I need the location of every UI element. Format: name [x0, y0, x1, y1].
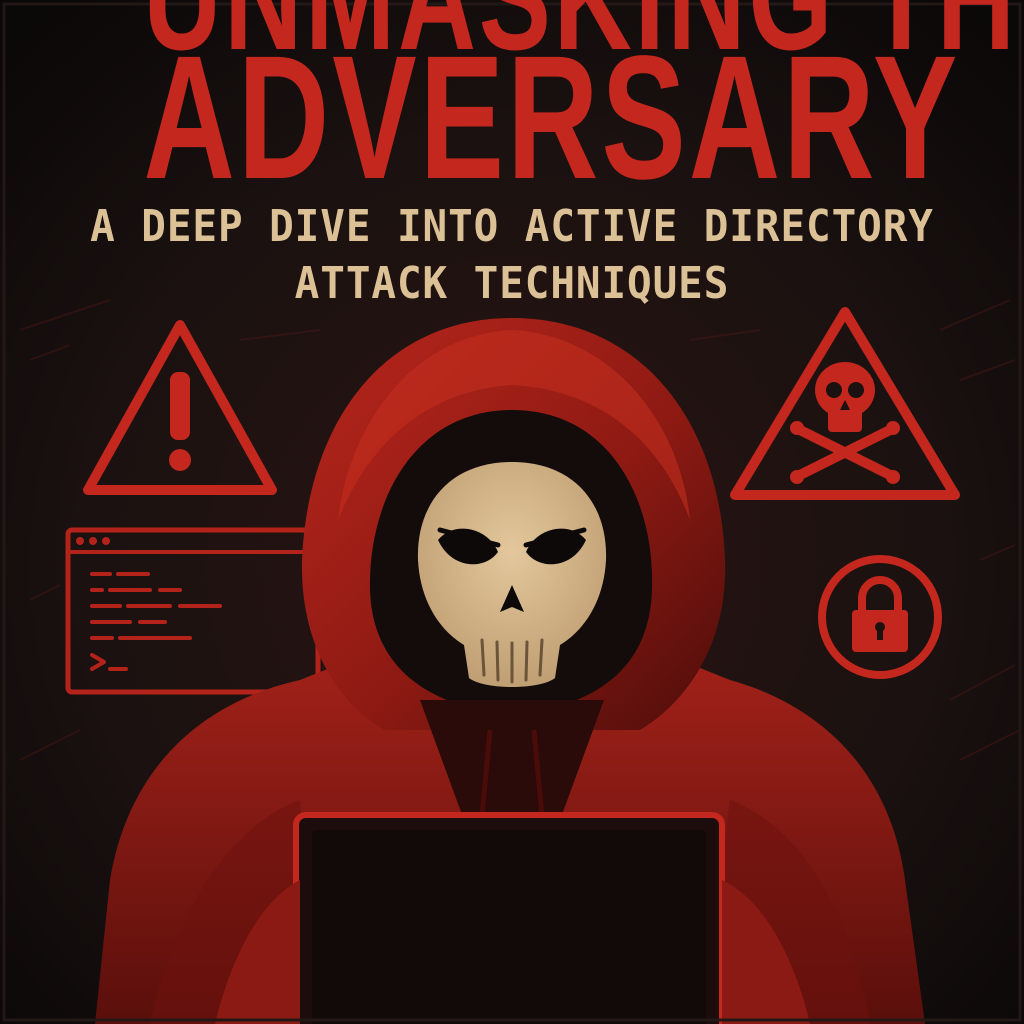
subtitle-line-1: A DEEP DIVE INTO ACTIVE DIRECTORY	[90, 201, 934, 252]
book-cover: UNMASKING THE ADVERSARY A DEEP DIVE INTO…	[0, 0, 1024, 1024]
subtitle-line-2: ATTACK TECHNIQUES	[294, 258, 730, 309]
laptop-icon	[293, 812, 725, 1024]
title-main-line: ADVERSARY	[143, 20, 961, 216]
